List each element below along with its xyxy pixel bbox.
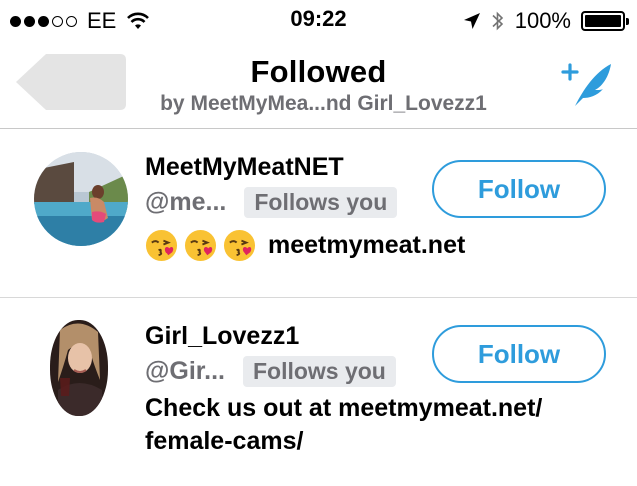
avatar[interactable]: [50, 320, 108, 416]
face-blowing-kiss-icon: [223, 229, 256, 262]
bio-link-text[interactable]: meetmymeat.net: [268, 231, 465, 260]
app-screen: EE 09:22 100% Followed by MeetMyMea...nd…: [0, 0, 637, 486]
page-title: Followed: [250, 54, 387, 89]
bluetooth-icon: [492, 11, 503, 31]
battery-icon: [581, 11, 629, 31]
battery-percent: 100%: [514, 8, 571, 33]
face-blowing-kiss-icon: [145, 229, 178, 262]
user-bio: meetmymeat.net: [145, 229, 465, 262]
location-arrow-icon: [463, 13, 480, 29]
follow-button[interactable]: Follow: [432, 160, 606, 218]
battery-tip: [626, 18, 629, 25]
status-right: 100%: [463, 6, 629, 36]
user-handle: @me...: [145, 188, 227, 216]
handle-line: @Gir... Follows you: [145, 356, 396, 387]
avatar-photo: [34, 152, 128, 246]
avatar-photo: [50, 320, 108, 416]
user-bio: Check us out at meetmymeat.net/ female-c…: [145, 394, 543, 455]
avatar[interactable]: [34, 152, 128, 246]
user-name: MeetMyMeatNET: [145, 153, 344, 181]
list-item[interactable]: Girl_Lovezz1 @Gir... Follows you Follow …: [0, 298, 637, 486]
face-blowing-kiss-icon: [184, 229, 217, 262]
status-bar: EE 09:22 100%: [0, 0, 637, 42]
handle-line: @me... Follows you: [145, 187, 398, 218]
follows-you-badge: Follows you: [244, 187, 398, 218]
battery-level: [585, 15, 621, 27]
page-subtitle: by MeetMyMea...nd Girl_Lovezz1: [160, 92, 487, 115]
kiss-emoji-group: [145, 229, 256, 262]
user-handle: @Gir...: [145, 357, 225, 385]
user-name: Girl_Lovezz1: [145, 322, 300, 350]
follow-button[interactable]: Follow: [432, 325, 606, 383]
compose-tweet-icon[interactable]: [561, 60, 613, 110]
nav-bar: Followed by MeetMyMea...nd Girl_Lovezz1: [0, 42, 637, 129]
follows-you-badge: Follows you: [242, 356, 396, 387]
list-item[interactable]: MeetMyMeatNET @me... Follows you Follow: [0, 129, 637, 298]
